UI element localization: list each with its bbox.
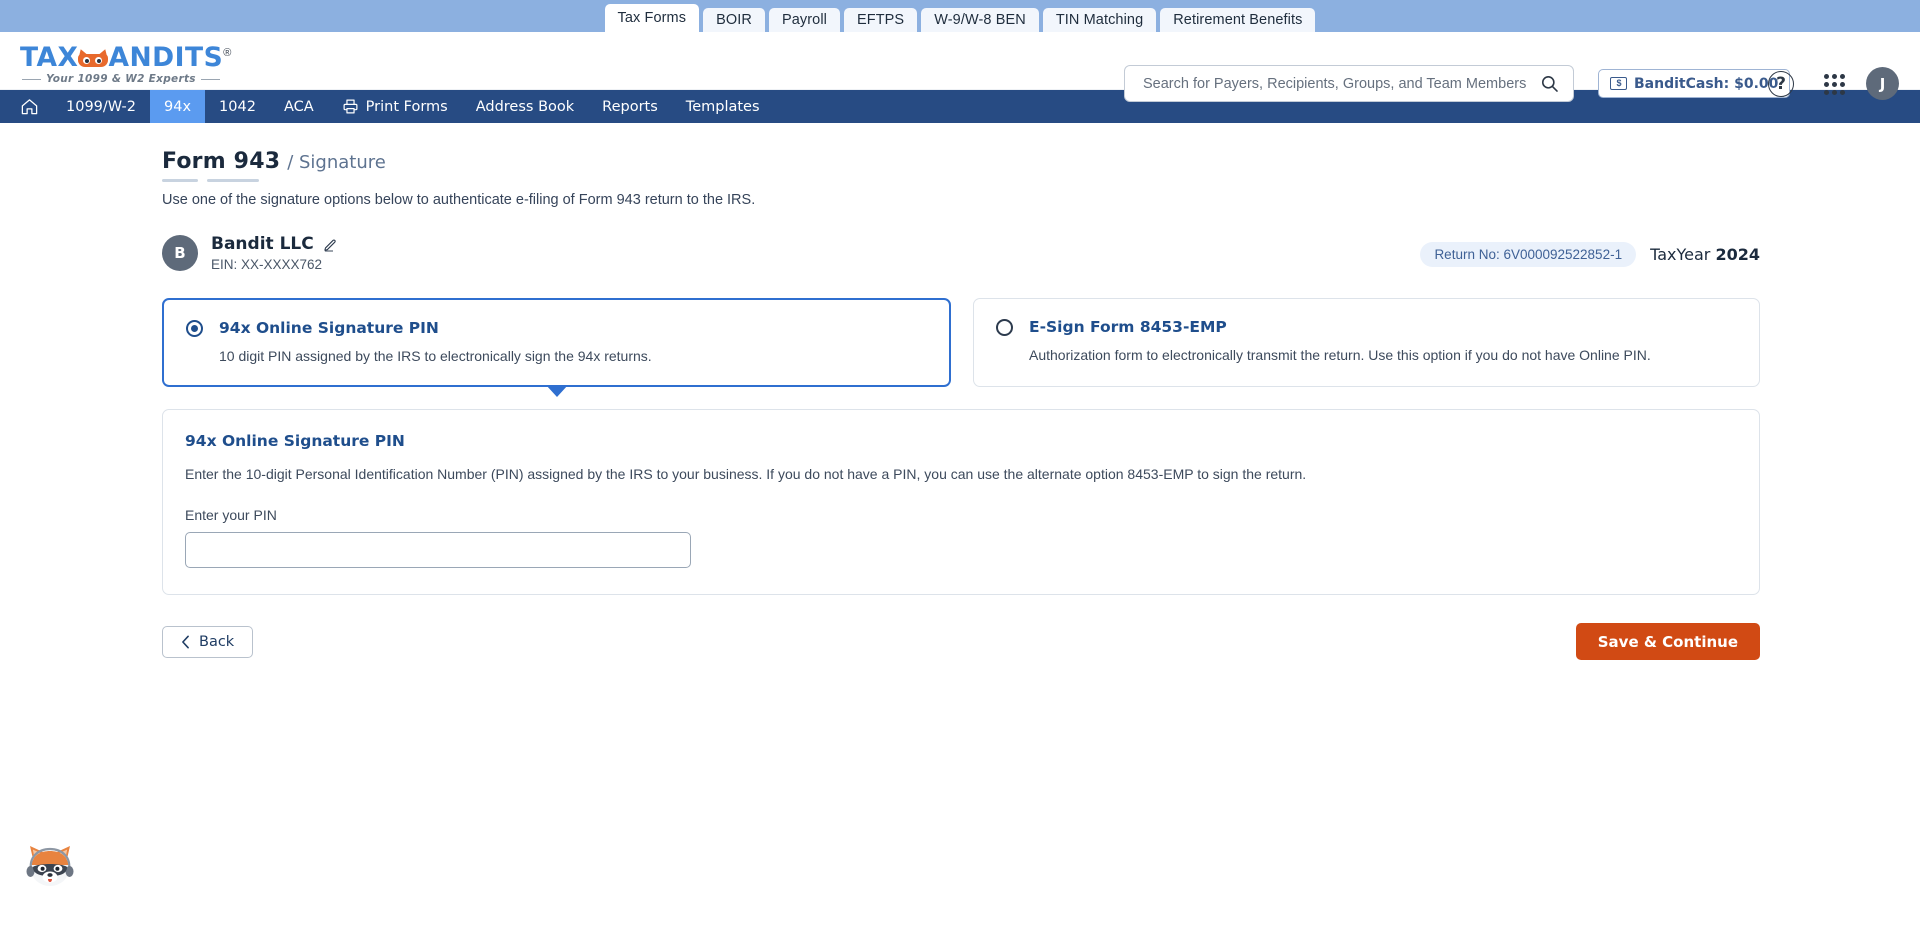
product-tab-retirement-benefits[interactable]: Retirement Benefits xyxy=(1160,8,1316,32)
apps-grid-icon[interactable] xyxy=(1824,74,1845,95)
nav-item-home[interactable] xyxy=(6,90,52,123)
search-input[interactable] xyxy=(1141,74,1540,93)
pin-field-label: Enter your PIN xyxy=(185,507,277,523)
nav-item-aca[interactable]: ACA xyxy=(270,90,328,123)
product-tab-label: W-9/W-8 BEN xyxy=(934,12,1026,28)
page-content: Form 943 / Signature Use one of the sign… xyxy=(0,123,1920,660)
nav-label: Templates xyxy=(685,98,760,115)
save-continue-label: Save & Continue xyxy=(1597,632,1738,651)
product-tab-tax-forms[interactable]: Tax Forms xyxy=(604,4,700,32)
bandit-mascot-icon[interactable] xyxy=(24,843,76,889)
nav-label: 94x xyxy=(164,98,192,115)
product-tabs-bar: Tax Forms BOIR Payroll EFTPS W-9/W-8 BEN… xyxy=(0,0,1920,32)
product-tab-label: BOIR xyxy=(716,12,752,28)
logo-text-right: ANDITS xyxy=(108,41,224,73)
global-search[interactable] xyxy=(1124,65,1574,102)
bandit-cash-button[interactable]: $ BanditCash: $0.00 xyxy=(1598,69,1791,98)
option-card-online-signature-pin[interactable]: 94x Online Signature PIN 10 digit PIN as… xyxy=(162,298,951,397)
return-info: Return No: 6V000092522852-1 TaxYear 2024 xyxy=(1420,242,1760,267)
nav-label: 1099/W-2 xyxy=(66,98,136,115)
business-summary: B Bandit LLC EIN: XX-XXXX762 Return No: … xyxy=(162,234,1760,272)
nav-item-address-book[interactable]: Address Book xyxy=(462,90,588,123)
pin-panel-description: Enter the 10-digit Personal Identificati… xyxy=(185,466,1307,482)
option-title: 94x Online Signature PIN xyxy=(219,319,439,337)
registered-mark: ® xyxy=(223,46,232,59)
option-title: E-Sign Form 8453-EMP xyxy=(1029,318,1227,336)
product-tab-label: Payroll xyxy=(781,12,827,28)
bandit-mask-icon xyxy=(76,47,111,68)
cash-icon-glyph: $ xyxy=(1616,78,1621,88)
app-header: TAX ANDITS® Your 1099 & W2 Experts $ Band… xyxy=(0,32,1920,102)
pin-panel-title: 94x Online Signature PIN xyxy=(185,432,405,450)
nav-label: Reports xyxy=(602,98,658,115)
product-tab-label: Tax Forms xyxy=(617,10,687,26)
edit-pencil-icon[interactable] xyxy=(323,237,338,252)
radio-esign-8453-emp[interactable] xyxy=(996,318,1013,336)
selected-option-caret xyxy=(545,385,568,397)
logo-tagline: Your 1099 & W2 Experts xyxy=(22,73,220,85)
cash-card-icon: $ xyxy=(1610,77,1627,90)
nav-label: 1042 xyxy=(219,98,256,115)
product-tab-label: Retirement Benefits xyxy=(1173,12,1303,28)
logo-wordmark: TAX ANDITS® xyxy=(20,38,231,73)
pin-entry-panel: 94x Online Signature PIN Enter the 10-di… xyxy=(162,409,1760,595)
page-subtitle: Use one of the signature options below t… xyxy=(162,192,756,208)
business-avatar-initial: B xyxy=(174,244,186,262)
option-description: 10 digit PIN assigned by the IRS to elec… xyxy=(219,348,652,364)
business-avatar: B xyxy=(162,235,198,271)
back-button-label: Back xyxy=(199,633,235,650)
logo-text-left: TAX xyxy=(20,41,79,73)
tax-year: TaxYear 2024 xyxy=(1650,245,1760,264)
nav-label: Print Forms xyxy=(365,98,448,115)
nav-item-templates[interactable]: Templates xyxy=(672,90,774,123)
logo-tagline-text: Your 1099 & W2 Experts xyxy=(46,73,196,86)
nav-item-1099-w2[interactable]: 1099/W-2 xyxy=(52,90,150,123)
business-name: Bandit LLC xyxy=(211,234,314,254)
product-tab-w9-w8ben[interactable]: W-9/W-8 BEN xyxy=(921,8,1039,32)
bandit-cash-label: BanditCash: $0.00 xyxy=(1634,75,1779,92)
product-tab-boir[interactable]: BOIR xyxy=(703,8,765,32)
option-card-esign-8453-emp[interactable]: E-Sign Form 8453-EMP Authorization form … xyxy=(973,298,1760,387)
avatar-initial: J xyxy=(1879,74,1886,93)
save-continue-button[interactable]: Save & Continue xyxy=(1575,623,1760,660)
home-icon xyxy=(21,99,38,115)
tax-year-label: TaxYear xyxy=(1650,245,1711,264)
title-underline-decoration xyxy=(162,179,1760,182)
pin-input[interactable] xyxy=(185,532,691,568)
option-description: Authorization form to electronically tra… xyxy=(1029,347,1651,363)
user-avatar[interactable]: J xyxy=(1866,67,1899,100)
help-icon[interactable]: ? xyxy=(1768,71,1794,97)
back-button[interactable]: Back xyxy=(162,625,254,658)
page-title: Form 943 / Signature xyxy=(162,149,1760,174)
form-actions: Back Save & Continue xyxy=(162,623,1760,660)
product-tab-tin-matching[interactable]: TIN Matching xyxy=(1042,8,1157,32)
chevron-left-icon xyxy=(182,635,189,648)
signature-options: 94x Online Signature PIN 10 digit PIN as… xyxy=(162,298,1760,397)
product-tab-label: TIN Matching xyxy=(1055,12,1144,28)
printer-icon xyxy=(343,99,358,114)
product-tab-label: EFTPS xyxy=(856,12,905,28)
product-tab-eftps[interactable]: EFTPS xyxy=(843,8,918,32)
nav-item-reports[interactable]: Reports xyxy=(588,90,672,123)
nav-item-1042[interactable]: 1042 xyxy=(205,90,270,123)
tax-year-value: 2024 xyxy=(1715,245,1760,264)
nav-label: ACA xyxy=(283,98,314,115)
search-icon[interactable] xyxy=(1540,74,1559,93)
nav-item-94x[interactable]: 94x xyxy=(150,90,206,123)
product-tab-payroll[interactable]: Payroll xyxy=(768,8,840,32)
radio-online-signature-pin[interactable] xyxy=(186,319,203,337)
taxbandits-logo[interactable]: TAX ANDITS® Your 1099 & W2 Experts xyxy=(20,38,231,86)
nav-item-print-forms[interactable]: Print Forms xyxy=(328,90,462,123)
page-title-main: Form 943 xyxy=(162,149,281,174)
nav-label: Address Book xyxy=(475,98,575,115)
business-ein: EIN: XX-XXXX762 xyxy=(211,257,323,272)
page-title-sub: / Signature xyxy=(287,152,386,173)
return-number-badge: Return No: 6V000092522852-1 xyxy=(1420,242,1637,267)
help-glyph: ? xyxy=(1776,74,1786,94)
bandit-mascot-svg xyxy=(26,846,74,886)
